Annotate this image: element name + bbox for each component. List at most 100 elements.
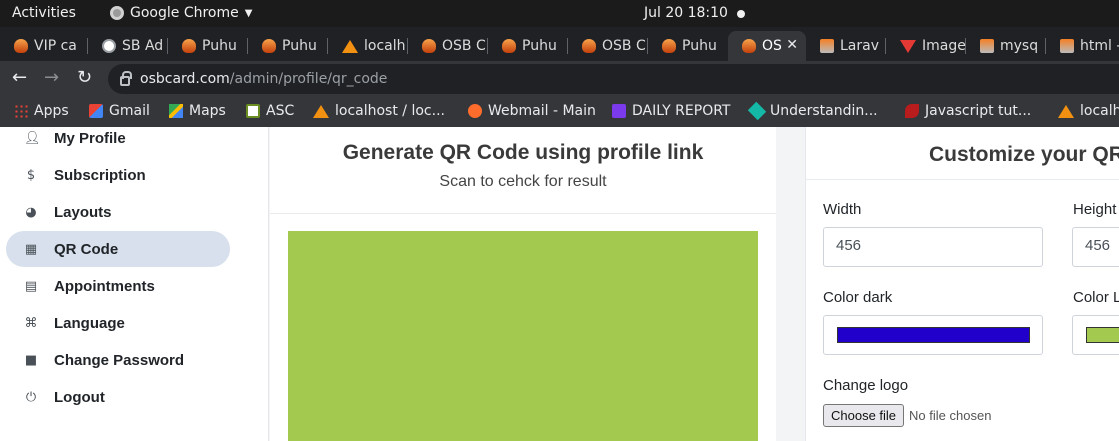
browser-tab[interactable]: Puhu — [648, 31, 728, 61]
bookmark-label: Webmail - Main — [488, 103, 596, 119]
customize-card-title: Customize your QR — [929, 143, 1119, 166]
flame-icon — [582, 39, 596, 53]
tab-label: VIP ca — [34, 38, 77, 54]
lock-icon[interactable] — [120, 71, 132, 86]
color-dark-label: Color dark — [823, 289, 893, 306]
bookmark-asc[interactable]: ASC — [246, 103, 294, 119]
sidebar-item-label: Change Password — [54, 351, 185, 369]
stackoverflow-icon — [1060, 39, 1074, 53]
sidebar-item-qr-code[interactable]: ▦ QR Code — [6, 231, 230, 267]
url-path: /admin/profile/qr_code — [229, 71, 388, 87]
tab-label: Larav — [840, 38, 879, 54]
browser-tab[interactable]: OSB C — [568, 31, 648, 61]
bookmark-javascript[interactable]: Javascript tut... — [905, 103, 1031, 119]
address-bar[interactable]: osbcard.com/admin/profile/qr_code — [108, 64, 1119, 94]
sidebar-item-subscription[interactable]: $ Subscription — [6, 157, 230, 193]
color-dark-swatch — [837, 327, 1030, 343]
apps-icon — [14, 104, 28, 118]
browser-tab[interactable]: Image — [886, 31, 966, 61]
browser-tab[interactable]: Puhu — [248, 31, 328, 61]
bookmark-label: Javascript tut... — [925, 103, 1032, 119]
phpmyadmin-icon — [1058, 104, 1074, 118]
activities-button[interactable]: Activities — [12, 5, 76, 21]
bookmark-label: Understandin... — [770, 103, 878, 119]
sidebar-item-logout[interactable]: ⏻ Logout — [6, 379, 230, 415]
width-input[interactable]: 456 — [823, 227, 1043, 267]
browser-tab[interactable]: OSB C — [408, 31, 488, 61]
sidebar: 👤︎ My Profile $ Subscription ◕ Layouts ▦… — [0, 127, 269, 441]
sidebar-item-my-profile[interactable]: 👤︎ My Profile — [6, 127, 230, 156]
tab-label: html - — [1080, 38, 1119, 54]
logo-file-input[interactable]: Choose file No file chosen — [823, 404, 991, 427]
height-input[interactable]: 456 — [1072, 227, 1119, 267]
tab-label: Puhu — [282, 38, 317, 54]
bookmark-localhost-2[interactable]: localh — [1058, 103, 1119, 119]
browser-tab[interactable]: html - — [1046, 31, 1119, 61]
sidebar-item-appointments[interactable]: ▤ Appointments — [6, 268, 230, 304]
asc-icon — [246, 104, 260, 118]
palette-icon: ◕ — [25, 204, 37, 220]
app-menu[interactable]: Google Chrome ▼ — [110, 5, 252, 21]
os-top-bar: Activities Google Chrome ▼ Jul 20 18:10 — [0, 0, 1119, 27]
reload-icon[interactable]: ↻ — [77, 67, 92, 89]
bookmarks-bar: Apps Gmail Maps ASC localhost / loc... W… — [0, 97, 1119, 127]
app-name: Google Chrome — [130, 5, 239, 21]
browser-tab[interactable]: localh — [328, 31, 408, 61]
browser-tab[interactable]: mysq — [966, 31, 1046, 61]
stackoverflow-icon — [820, 39, 834, 53]
browser-tab[interactable]: Puhu — [488, 31, 568, 61]
browser-tab[interactable]: Puhu — [168, 31, 248, 61]
bookmark-webmail[interactable]: Webmail - Main — [468, 103, 596, 119]
divider — [270, 213, 776, 214]
qrcode-icon: ▦ — [24, 241, 38, 257]
bookmark-label: DAILY REPORT — [632, 103, 731, 119]
stackoverflow-icon — [980, 39, 994, 53]
chrome-icon — [110, 6, 124, 20]
choose-file-button[interactable]: Choose file — [823, 404, 905, 427]
vuetify-icon — [900, 39, 916, 53]
browser-tab[interactable]: VIP ca — [0, 31, 88, 61]
browser-tab[interactable]: SB Ad — [88, 31, 168, 61]
sidebar-item-label: My Profile — [54, 129, 126, 147]
bookmark-apps[interactable]: Apps — [14, 103, 69, 119]
bookmark-localhost[interactable]: localhost / loc... — [313, 103, 445, 119]
tab-label: Image — [922, 38, 966, 54]
globe-icon — [102, 39, 116, 53]
clock[interactable]: Jul 20 18:10 — [644, 5, 728, 21]
forward-arrow-icon[interactable]: → — [44, 67, 59, 89]
color-dark-picker[interactable] — [823, 315, 1043, 355]
sidebar-item-language[interactable]: ⌘ Language — [6, 305, 230, 341]
height-label: Height — [1073, 201, 1117, 218]
tab-label: OSB C — [602, 38, 646, 54]
phpmyadmin-icon — [342, 39, 358, 53]
sidebar-item-change-password[interactable]: ■ Change Password — [6, 342, 230, 378]
gmail-icon — [89, 104, 103, 118]
close-tab-icon[interactable]: ✕ — [786, 37, 798, 53]
color-light-swatch — [1086, 327, 1119, 343]
file-status: No file chosen — [909, 408, 992, 423]
customize-card: Customize your QR Width 456 Height 456 C… — [805, 127, 1119, 441]
tab-label: Puhu — [522, 38, 557, 54]
bookmark-understanding[interactable]: Understandin... — [747, 101, 878, 121]
browser-tab[interactable]: Larav — [806, 31, 886, 61]
tab-label: SB Ad — [122, 38, 164, 54]
flame-icon — [14, 39, 28, 53]
bookmark-daily-report[interactable]: DAILY REPORT — [612, 103, 730, 119]
sidebar-item-label: Language — [54, 314, 125, 332]
tab-label: localh — [364, 38, 406, 54]
browser-tab-active[interactable]: OS ✕ — [728, 31, 806, 61]
calendar-icon: ▤ — [24, 278, 38, 294]
sidebar-item-label: Appointments — [54, 277, 155, 295]
bookmark-label: localh — [1080, 103, 1119, 119]
bookmark-label: Maps — [189, 103, 226, 119]
flame-icon — [262, 39, 276, 53]
bookmark-gmail[interactable]: Gmail — [89, 103, 150, 119]
qr-card-title: Generate QR Code using profile link — [342, 141, 704, 164]
caret-down-icon: ▼ — [244, 7, 253, 19]
color-light-picker[interactable] — [1072, 315, 1119, 355]
sidebar-item-layouts[interactable]: ◕ Layouts — [6, 194, 230, 230]
bookmark-maps[interactable]: Maps — [169, 103, 226, 119]
back-arrow-icon[interactable]: ← — [12, 67, 27, 89]
browser-toolbar: ← → ↻ osbcard.com/admin/profile/qr_code — [0, 61, 1119, 97]
notification-dot-icon — [737, 10, 745, 18]
